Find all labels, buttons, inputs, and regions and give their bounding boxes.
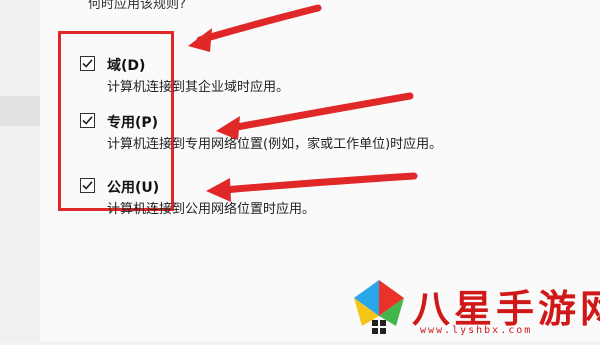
watermark-logo: 八星手游网 www.lyshbx.com (348, 276, 600, 341)
arrow-icon (216, 92, 414, 140)
arrow-icon (188, 4, 322, 52)
watermark-url: www.lyshbx.com (420, 325, 533, 336)
site-logo-icon (354, 280, 404, 334)
arrow-icon (206, 172, 418, 202)
